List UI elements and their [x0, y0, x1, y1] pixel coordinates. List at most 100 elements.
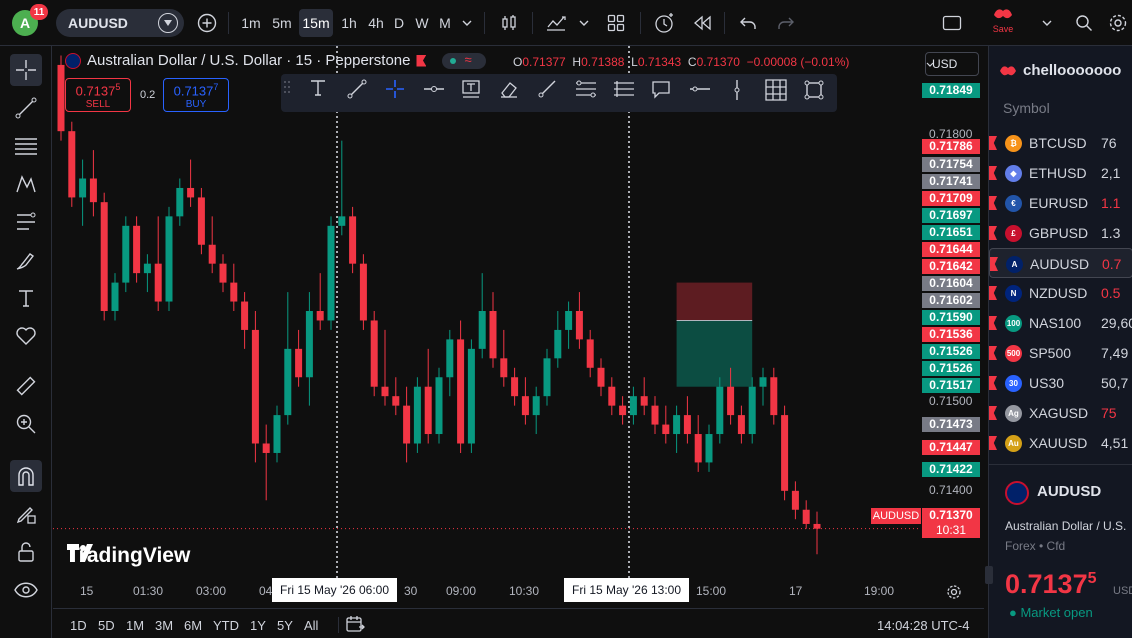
candles-chart-type-icon[interactable]: [496, 9, 522, 37]
watchlist-row[interactable]: N NZDUSD 0.5: [989, 278, 1132, 308]
range-all[interactable]: All: [304, 618, 318, 633]
date-range-calendar-icon[interactable]: [345, 615, 365, 638]
settings-gear-icon[interactable]: [1104, 9, 1132, 37]
redo-icon[interactable]: [772, 9, 800, 37]
details-price-sup: 5: [1087, 570, 1097, 587]
trend-line-tool-icon[interactable]: [10, 92, 42, 124]
candle-body: [122, 225, 130, 283]
collapse-panel-handle[interactable]: [985, 566, 993, 584]
pitchfork-icon[interactable]: [613, 79, 641, 107]
indicators-icon[interactable]: [542, 9, 570, 37]
candle-body: [683, 415, 691, 435]
search-icon[interactable]: [1070, 9, 1098, 37]
text-box-icon[interactable]: [461, 79, 489, 107]
divider: [532, 12, 533, 34]
clock[interactable]: 14:04:28 UTC-4: [877, 618, 970, 633]
fib-channel-icon[interactable]: [575, 79, 603, 107]
text-tool-icon[interactable]: [309, 79, 337, 107]
ray-line-icon[interactable]: [537, 79, 565, 107]
symbol-search-button[interactable]: AUDUSD: [56, 9, 184, 37]
replay-icon[interactable]: [688, 9, 716, 37]
forecast-tool-icon[interactable]: [10, 206, 42, 238]
compare-symbol-icon[interactable]: [158, 13, 178, 33]
horizontal-ray-icon[interactable]: [423, 79, 451, 107]
rectangle-tool-icon[interactable]: [803, 79, 831, 107]
flag-icon[interactable]: [416, 54, 427, 67]
timeframe-m[interactable]: M: [436, 9, 454, 37]
save-button[interactable]: Save: [986, 6, 1020, 40]
trend-line-icon[interactable]: [347, 79, 375, 107]
timeframe-1m[interactable]: 1m: [237, 9, 265, 37]
comment-icon[interactable]: [651, 79, 679, 107]
range-5y[interactable]: 5Y: [277, 618, 293, 633]
range-ytd[interactable]: YTD: [213, 618, 239, 633]
range-5d[interactable]: 5D: [98, 618, 115, 633]
layout-grid-icon[interactable]: [602, 9, 630, 37]
lock-icon[interactable]: [10, 536, 42, 568]
indicators-dropdown-icon[interactable]: [576, 9, 592, 37]
timeframe-w[interactable]: W: [412, 9, 432, 37]
timeframe-d[interactable]: D: [390, 9, 408, 37]
watchlist-row[interactable]: Au XAUUSD 4,51: [989, 428, 1132, 458]
undo-icon[interactable]: [734, 9, 762, 37]
watchlist-symbol: US30: [1029, 375, 1065, 391]
candle-body: [727, 386, 735, 416]
candle-body: [305, 311, 313, 378]
range-1d[interactable]: 1D: [70, 618, 87, 633]
stay-in-drawing-mode-icon[interactable]: [10, 498, 42, 530]
watchlist-row[interactable]: Ag XAGUSD 75: [989, 398, 1132, 428]
vertical-line-icon[interactable]: [727, 79, 755, 107]
nas100-icon: 100: [1005, 315, 1022, 332]
heart-icon[interactable]: [10, 320, 42, 352]
user-avatar[interactable]: A 11: [12, 4, 48, 36]
horizontal-line-icon[interactable]: [689, 79, 717, 107]
timeframe-5m[interactable]: 5m: [268, 9, 296, 37]
zoom-in-icon[interactable]: [10, 408, 42, 440]
text-tool-icon[interactable]: [10, 282, 42, 314]
brush-tool-icon[interactable]: [10, 244, 42, 276]
alert-clock-icon[interactable]: [650, 9, 678, 37]
timeframe-1h[interactable]: 1h: [336, 9, 362, 37]
tradingview-logo[interactable]: TradingView: [67, 544, 190, 568]
timeframe-15m[interactable]: 15m: [299, 9, 333, 37]
eraser-icon[interactable]: [499, 79, 527, 107]
crosshair-tool-icon[interactable]: [10, 54, 42, 86]
range-3m[interactable]: 3M: [155, 618, 173, 633]
save-dropdown-icon[interactable]: [1038, 9, 1056, 37]
bottom-toolbar: 1D 5D 1M 3M 6M YTD 1Y 5Y All 14:04:28 UT…: [53, 608, 984, 638]
sell-button[interactable]: 0.71375 SELL: [65, 78, 131, 112]
ruler-tool-icon[interactable]: [10, 370, 42, 402]
range-1y[interactable]: 1Y: [250, 618, 266, 633]
symbol-column-header[interactable]: Symbol: [1003, 100, 1050, 116]
pattern-tool-icon[interactable]: [10, 168, 42, 200]
add-symbol-icon[interactable]: [194, 9, 220, 37]
currency-select[interactable]: USD: [925, 52, 979, 76]
time-tick: 09:00: [446, 584, 477, 598]
watchlist-row[interactable]: £ GBPUSD 1.3: [989, 218, 1132, 248]
candle-body: [694, 434, 702, 463]
watchlist-row[interactable]: 30 US30 50,7: [989, 368, 1132, 398]
range-1m[interactable]: 1M: [126, 618, 144, 633]
watchlist-row[interactable]: 100 NAS100 29,60: [989, 308, 1132, 338]
chart-pane[interactable]: Australian Dollar / U.S. Dollar · 15 · P…: [53, 46, 984, 606]
eye-icon[interactable]: [10, 574, 42, 606]
crosshair-icon[interactable]: [385, 79, 413, 107]
watchlist-title[interactable]: chellooooooo: [999, 62, 1121, 79]
fullscreen-icon[interactable]: [938, 9, 966, 37]
candlestick-chart[interactable]: [53, 46, 984, 606]
watchlist-row[interactable]: ₿ BTCUSD 76: [989, 128, 1132, 158]
fib-retracement-tool-icon[interactable]: [10, 130, 42, 162]
watchlist-row[interactable]: 500 SP500 7,49: [989, 338, 1132, 368]
range-6m[interactable]: 6M: [184, 618, 202, 633]
timeframe-dropdown-icon[interactable]: [458, 9, 476, 37]
watchlist-row[interactable]: ◆ ETHUSD 2,1: [989, 158, 1132, 188]
watchlist-row-selected[interactable]: A AUDUSD 0.7: [989, 248, 1132, 278]
candle-body: [651, 405, 659, 425]
buy-button[interactable]: 0.71377 BUY: [163, 78, 229, 112]
timeframe-4h[interactable]: 4h: [364, 9, 388, 37]
grid-icon[interactable]: [765, 79, 793, 107]
drag-handle-icon[interactable]: [283, 79, 299, 107]
watchlist-price: 7,49: [1101, 345, 1129, 361]
magnet-icon[interactable]: [10, 460, 42, 492]
watchlist-row[interactable]: € EURUSD 1.1: [989, 188, 1132, 218]
